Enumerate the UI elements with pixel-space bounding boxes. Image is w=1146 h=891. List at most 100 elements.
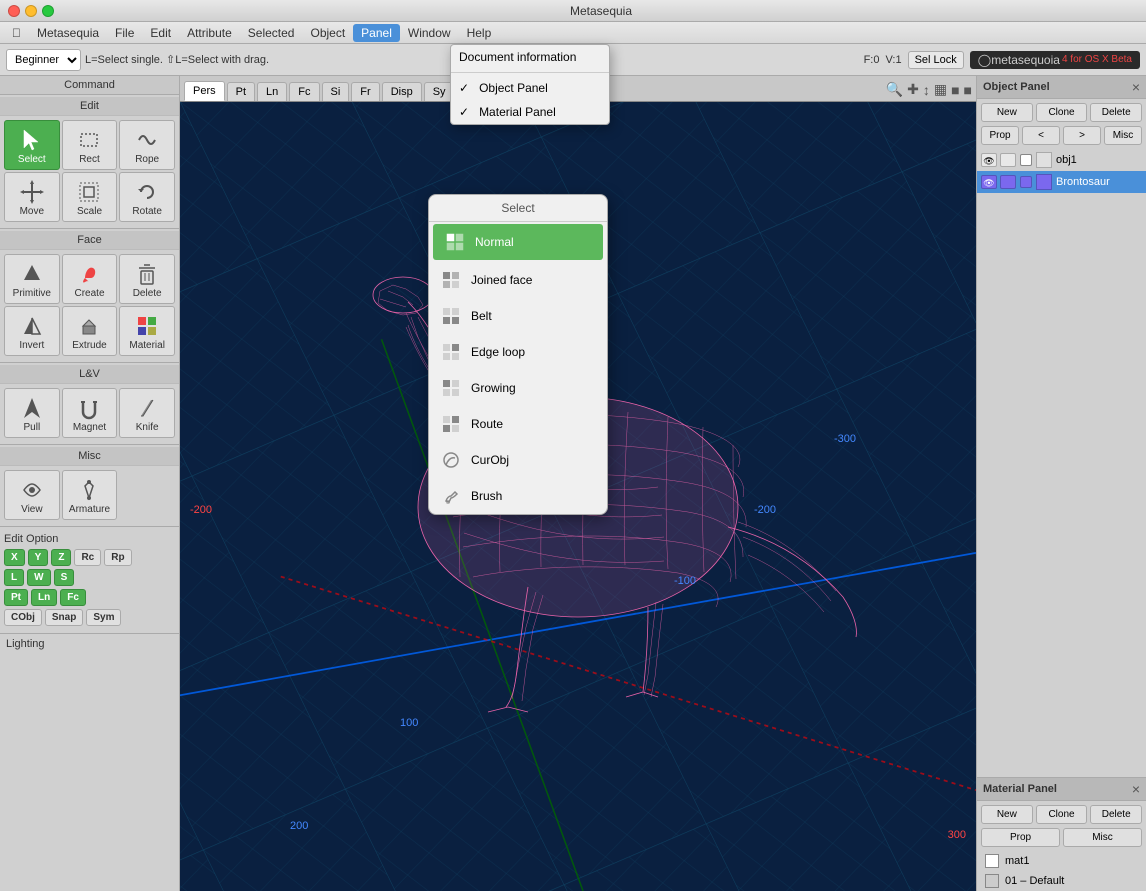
brontosaur-eye-icon[interactable]: 👁 [981, 175, 997, 189]
sel-lock-button[interactable]: Sel Lock [908, 51, 964, 69]
pt-btn[interactable]: Pt [4, 589, 28, 606]
crosshair-icon[interactable]: ✚ [907, 81, 919, 98]
rp-btn[interactable]: Rp [104, 549, 131, 566]
color-icon[interactable]: ■ [951, 82, 959, 98]
submenu-brush[interactable]: Brush [429, 478, 607, 514]
knife-tool[interactable]: Knife [119, 388, 175, 438]
mat-item-default[interactable]: 01 – Default [977, 871, 1146, 891]
extrude-tool[interactable]: Extrude [62, 306, 118, 356]
menu-selected[interactable]: Selected [240, 24, 303, 42]
tab-disp[interactable]: Disp [382, 82, 422, 101]
search-icon[interactable]: 🔍 [886, 81, 903, 98]
s-btn[interactable]: S [54, 569, 75, 586]
menu-window[interactable]: Window [400, 24, 459, 42]
mat-prop-btn[interactable]: Prop [981, 828, 1060, 847]
rope-tool[interactable]: Rope [119, 120, 175, 170]
w-btn[interactable]: W [27, 569, 50, 586]
obj1-lock-icon[interactable] [1000, 153, 1016, 167]
obj-greater-btn[interactable]: > [1063, 126, 1101, 145]
mat-clone-btn[interactable]: Clone [1036, 805, 1088, 824]
select-tool[interactable]: Select [4, 120, 60, 170]
menu-attribute[interactable]: Attribute [179, 24, 240, 42]
view-tool[interactable]: View [4, 470, 60, 520]
panel-menu-object[interactable]: Object Panel [451, 76, 609, 100]
palette-icon[interactable]: ■ [964, 82, 972, 98]
submenu-joined-face[interactable]: Joined face [429, 262, 607, 298]
armature-tool[interactable]: Armature [62, 470, 118, 520]
sym-btn[interactable]: Sym [86, 609, 121, 626]
submenu-edge-loop[interactable]: Edge loop [429, 334, 607, 370]
obj-less-btn[interactable]: < [1022, 126, 1060, 145]
submenu-belt[interactable]: Belt [429, 298, 607, 334]
move-tool[interactable]: Move [4, 172, 60, 222]
window-controls[interactable] [8, 5, 54, 17]
primitive-tool[interactable]: Primitive [4, 254, 60, 304]
maximize-button[interactable] [42, 5, 54, 17]
material-tool[interactable]: Material [119, 306, 175, 356]
menu-metasequia[interactable]: Metasequia [29, 24, 107, 42]
minimize-button[interactable] [25, 5, 37, 17]
tab-ln[interactable]: Ln [257, 82, 287, 101]
submenu-normal[interactable]: Normal [433, 224, 603, 260]
material-panel-close[interactable]: × [1132, 781, 1140, 797]
l-btn[interactable]: L [4, 569, 24, 586]
magnet-tool[interactable]: Magnet [62, 388, 118, 438]
obj-delete-btn[interactable]: Delete [1090, 103, 1142, 122]
obj-item-obj1[interactable]: 👁 obj1 [977, 149, 1146, 171]
rc-btn[interactable]: Rc [74, 549, 101, 566]
ln-btn[interactable]: Ln [31, 589, 57, 606]
arrows-icon[interactable]: ↕ [923, 82, 930, 98]
brontosaur-lock-icon[interactable] [1000, 175, 1016, 189]
y-axis-btn[interactable]: Y [28, 549, 49, 566]
obj1-checkbox[interactable] [1020, 154, 1032, 166]
obj-item-brontosaur[interactable]: 👁 Brontosaur [977, 171, 1146, 193]
obj-misc-btn[interactable]: Misc [1104, 126, 1142, 145]
route-label: Route [471, 417, 503, 431]
obj-prop-btn[interactable]: Prop [981, 126, 1019, 145]
menu-apple[interactable]:  [4, 24, 29, 42]
menu-file[interactable]: File [107, 24, 142, 42]
tab-fr[interactable]: Fr [351, 82, 379, 101]
submenu-curobj[interactable]: CurObj [429, 442, 607, 478]
invert-tool[interactable]: Invert [4, 306, 60, 356]
cobj-btn[interactable]: CObj [4, 609, 42, 626]
fc-btn[interactable]: Fc [60, 589, 86, 606]
mode-select[interactable]: Beginner Standard Expert [6, 49, 81, 71]
obj1-eye-icon[interactable]: 👁 [981, 153, 997, 167]
menu-edit[interactable]: Edit [142, 24, 179, 42]
close-button[interactable] [8, 5, 20, 17]
create-tool[interactable]: Create [62, 254, 118, 304]
obj-clone-btn[interactable]: Clone [1036, 103, 1088, 122]
rect-tool[interactable]: Rect [62, 120, 118, 170]
menu-panel[interactable]: Panel [353, 24, 400, 42]
snap-btn[interactable]: Snap [45, 609, 83, 626]
scale-tool[interactable]: Scale [62, 172, 118, 222]
submenu-growing[interactable]: Growing [429, 370, 607, 406]
brontosaur-checkbox[interactable] [1020, 176, 1032, 188]
submenu-route[interactable]: Route [429, 406, 607, 442]
viewport[interactable]: -300 -200 -100 100 200 300 -200 Select N… [180, 102, 976, 891]
mat-new-btn[interactable]: New [981, 805, 1033, 824]
tab-pt[interactable]: Pt [227, 82, 255, 101]
menu-object[interactable]: Object [302, 24, 353, 42]
tab-fc[interactable]: Fc [289, 82, 319, 101]
xyz-row: X Y Z Rc Rp [4, 549, 175, 566]
delete-tool[interactable]: Delete [119, 254, 175, 304]
mat-misc-btn[interactable]: Misc [1063, 828, 1142, 847]
obj-new-btn[interactable]: New [981, 103, 1033, 122]
material-panel-header: Material Panel × [977, 778, 1146, 801]
panel-menu-doc-info[interactable]: Document information [451, 45, 609, 69]
panel-menu-material[interactable]: Material Panel [451, 100, 609, 124]
x-axis-btn[interactable]: X [4, 549, 25, 566]
menu-help[interactable]: Help [459, 24, 500, 42]
mat-delete-btn[interactable]: Delete [1090, 805, 1142, 824]
object-panel-close[interactable]: × [1132, 79, 1140, 95]
mat-item-mat1[interactable]: mat1 [977, 851, 1146, 871]
grid-icon[interactable]: ▦ [934, 81, 947, 98]
pull-tool[interactable]: Pull [4, 388, 60, 438]
z-axis-btn[interactable]: Z [51, 549, 71, 566]
object-panel-btns2: Prop < > Misc [977, 126, 1146, 149]
tab-pers[interactable]: Pers [184, 81, 225, 101]
tab-si[interactable]: Si [322, 82, 350, 101]
rotate-tool[interactable]: Rotate [119, 172, 175, 222]
